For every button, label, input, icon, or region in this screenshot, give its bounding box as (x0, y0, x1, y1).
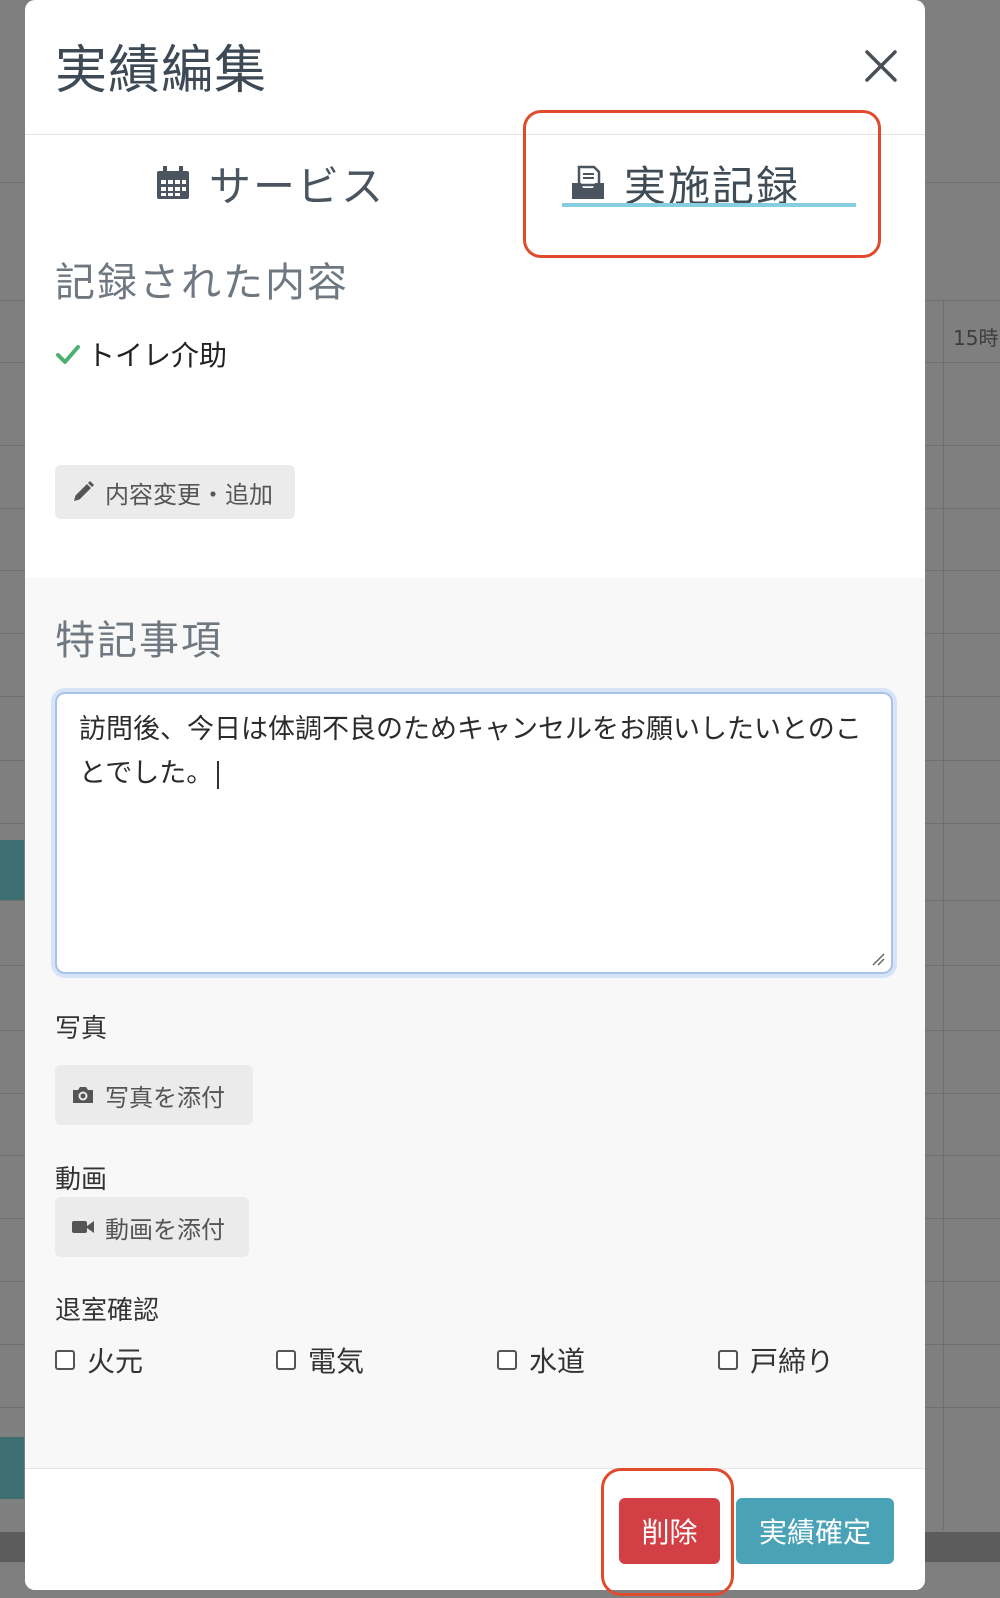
edit-record-modal: 実績編集 サービス 実施記録 記録された内容 トイレ介助 内容変更・追加 特記事… (25, 0, 925, 1590)
checkbox-label: 電気 (308, 1345, 365, 1378)
confirm-record-button[interactable]: 実績確定 (736, 1498, 894, 1564)
attach-video-button[interactable]: 動画を添付 (55, 1197, 249, 1257)
camera-icon (73, 1087, 93, 1103)
resize-handle-icon[interactable] (871, 952, 885, 966)
checkbox-label: 戸締り (750, 1345, 835, 1378)
checkbox-box[interactable] (55, 1350, 75, 1370)
photo-label: 写真 (55, 1014, 108, 1044)
tab-service[interactable]: サービス (155, 153, 385, 213)
checkbox-water[interactable]: 水道 (497, 1340, 585, 1380)
edit-content-button[interactable]: 内容変更・追加 (55, 465, 295, 519)
recorded-content-title: 記録された内容 (55, 260, 349, 306)
notes-title: 特記事項 (55, 618, 223, 664)
checkbox-label: 水道 (529, 1345, 586, 1378)
checkbox-label: 火元 (87, 1345, 144, 1378)
notes-text: 訪問後、今日は体調不良のためキャンセルをお願いしたいとのことでした。 (79, 714, 862, 789)
annotation-highlight-tab (523, 110, 881, 258)
check-icon (56, 345, 80, 364)
video-label: 動画 (55, 1165, 108, 1195)
recorded-item: トイレ介助 (55, 334, 227, 374)
notes-textarea[interactable]: 訪問後、今日は体調不良のためキャンセルをお願いしたいとのことでした。 (55, 692, 893, 974)
checkbox-box[interactable] (276, 1350, 296, 1370)
annotation-highlight-delete (601, 1468, 734, 1596)
modal-title: 実績編集 (55, 41, 268, 101)
checkbox-box[interactable] (718, 1350, 738, 1370)
attach-photo-button[interactable]: 写真を添付 (55, 1065, 253, 1125)
checkbox-lock[interactable]: 戸締り (718, 1340, 834, 1380)
edit-content-label: 内容変更・追加 (105, 480, 273, 509)
pencil-icon (74, 481, 94, 501)
checkbox-fire[interactable]: 火元 (55, 1340, 143, 1380)
video-camera-icon (72, 1221, 94, 1233)
hour-label: 15時 (953, 326, 999, 350)
recorded-item-label: トイレ介助 (87, 339, 228, 372)
exit-check-label: 退室確認 (55, 1296, 160, 1326)
schedule-cell (0, 1437, 24, 1499)
grid-line (943, 300, 944, 1530)
text-cursor (217, 760, 220, 789)
close-button[interactable] (859, 44, 903, 88)
checkbox-box[interactable] (497, 1350, 517, 1370)
checkbox-electricity[interactable]: 電気 (276, 1340, 364, 1380)
attach-video-label: 動画を添付 (105, 1215, 225, 1244)
attach-photo-label: 写真を添付 (105, 1083, 225, 1112)
schedule-cell (0, 840, 24, 900)
calendar-icon (157, 166, 189, 199)
tab-service-label: サービス (209, 161, 386, 211)
close-icon (865, 50, 897, 82)
